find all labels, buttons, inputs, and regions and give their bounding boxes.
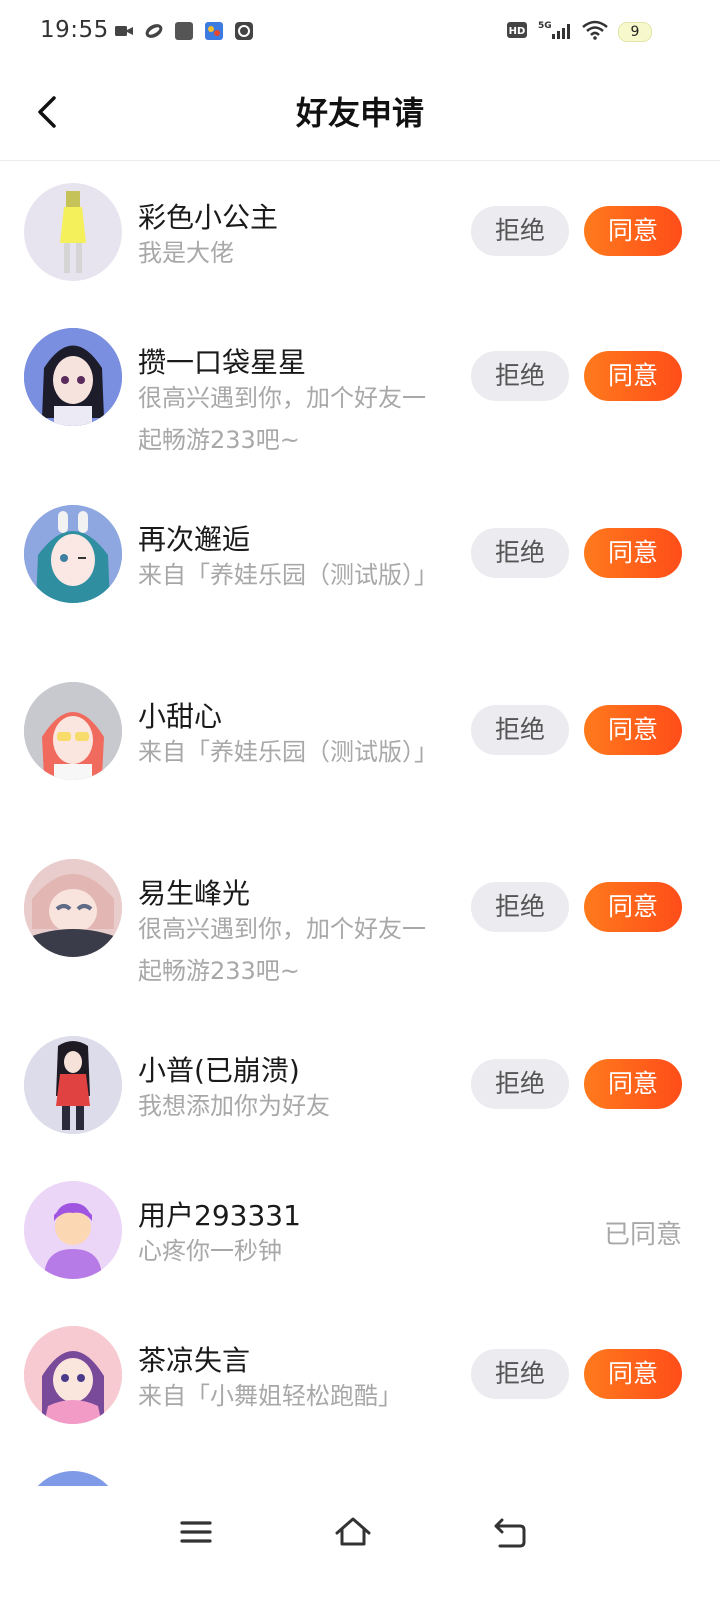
status-bar: 19:55 HD 5G 9 bbox=[0, 0, 720, 64]
page-title: 好友申请 bbox=[295, 94, 424, 132]
reject-button[interactable]: 拒绝 bbox=[471, 206, 569, 256]
request-message: 来自「小舞姐轻松跑酷」 bbox=[138, 1382, 402, 1410]
request-message: 我是大佬 bbox=[138, 239, 234, 267]
video-icon bbox=[115, 26, 133, 36]
app-icon bbox=[175, 22, 193, 40]
reject-button[interactable]: 拒绝 bbox=[471, 705, 569, 755]
request-message: 很高兴遇到你，加个好友一起畅游233吧~ bbox=[138, 384, 426, 454]
hd-icon: HD bbox=[507, 22, 527, 38]
reject-button[interactable]: 拒绝 bbox=[471, 1059, 569, 1109]
avatar bbox=[24, 1036, 122, 1134]
svg-text:5G: 5G bbox=[538, 21, 552, 31]
accept-button[interactable]: 同意 bbox=[584, 1349, 682, 1399]
requester-name: 茶凉失言 bbox=[138, 1344, 251, 1377]
requester-name: 彩色小公主 bbox=[138, 201, 279, 234]
reject-button[interactable]: 拒绝 bbox=[471, 1349, 569, 1399]
sync-icon bbox=[145, 24, 163, 38]
avatar bbox=[24, 328, 122, 426]
request-message: 心疼你一秒钟 bbox=[138, 1237, 282, 1265]
avatar bbox=[24, 1326, 122, 1424]
requester-name: 用户293331 bbox=[138, 1199, 301, 1232]
requester-name: 攒一口袋星星 bbox=[138, 346, 307, 379]
reject-button[interactable]: 拒绝 bbox=[471, 528, 569, 578]
accepted-status: 已同意 bbox=[603, 1220, 682, 1250]
header: 好友申请 bbox=[0, 64, 720, 161]
avatar bbox=[24, 1181, 122, 1279]
accept-button[interactable]: 同意 bbox=[584, 206, 682, 256]
svg-text:HD: HD bbox=[509, 26, 526, 37]
battery-indicator: 9 bbox=[618, 22, 652, 42]
accept-button[interactable]: 同意 bbox=[584, 705, 682, 755]
accept-button[interactable]: 同意 bbox=[584, 528, 682, 578]
requester-name: 易生峰光 bbox=[138, 877, 251, 910]
requester-name: 小甜心 bbox=[138, 700, 223, 733]
accept-button[interactable]: 同意 bbox=[584, 882, 682, 932]
request-message: 很高兴遇到你，加个好友一起畅游233吧~ bbox=[138, 915, 426, 985]
reject-button[interactable]: 拒绝 bbox=[471, 882, 569, 932]
chat-app-icon bbox=[235, 22, 253, 40]
avatar bbox=[24, 682, 122, 780]
avatar bbox=[24, 183, 122, 281]
status-time: 19:55 bbox=[40, 17, 109, 43]
accept-button[interactable]: 同意 bbox=[584, 1059, 682, 1109]
game-icon bbox=[205, 22, 223, 40]
request-message: 来自「养娃乐园（测试版）」 bbox=[138, 738, 438, 766]
menu-icon[interactable] bbox=[176, 1512, 216, 1552]
requester-name: 再次邂逅 bbox=[138, 523, 251, 556]
reject-button[interactable]: 拒绝 bbox=[471, 351, 569, 401]
back-icon[interactable] bbox=[490, 1512, 530, 1552]
requester-name: 小普(已崩溃) bbox=[138, 1054, 300, 1087]
system-nav-bar bbox=[0, 1486, 720, 1600]
request-message: 来自「养娃乐园（测试版）」 bbox=[138, 561, 438, 589]
request-message: 我想添加你为好友 bbox=[138, 1092, 330, 1120]
home-icon[interactable] bbox=[333, 1512, 373, 1552]
avatar bbox=[24, 505, 122, 603]
wifi-icon bbox=[582, 20, 608, 40]
signal-5g-icon: 5G bbox=[538, 21, 570, 39]
avatar bbox=[24, 859, 122, 957]
accept-button[interactable]: 同意 bbox=[584, 351, 682, 401]
